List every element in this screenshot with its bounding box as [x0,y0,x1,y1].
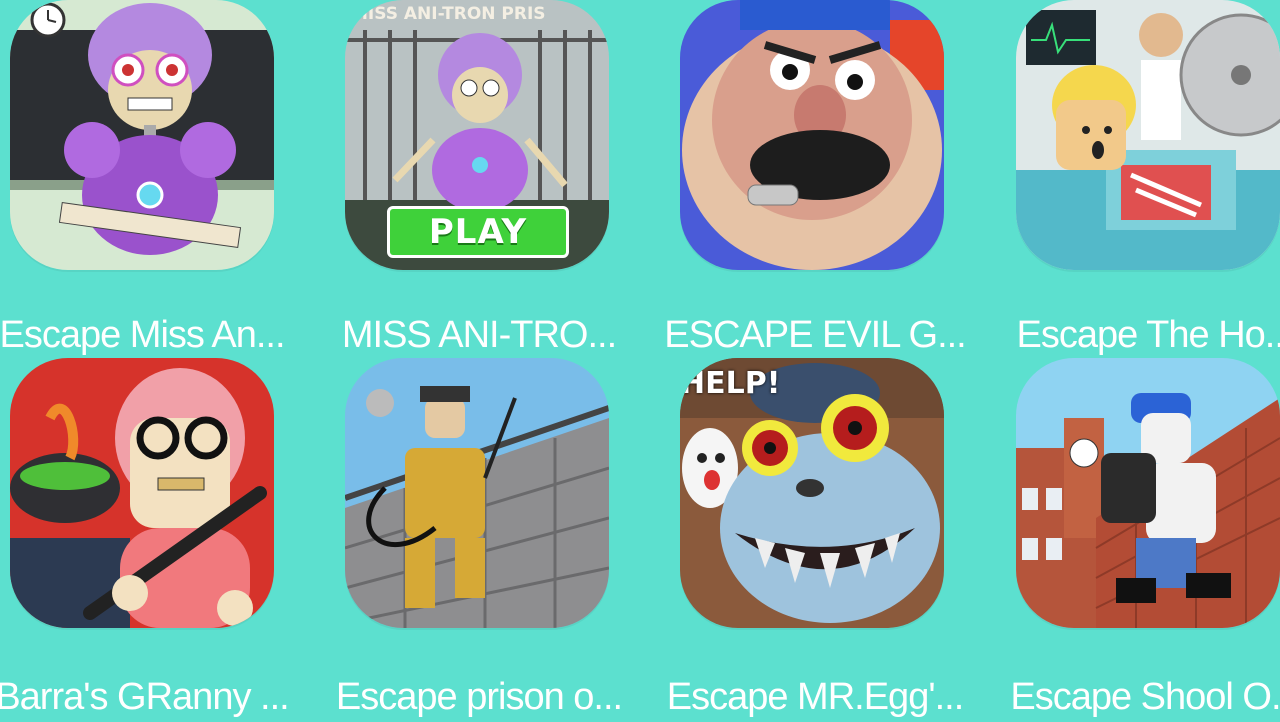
app-title[interactable]: Escape MR.Egg'... [660,672,970,722]
teacher-robot-icon [10,0,274,270]
play-button[interactable]: PLAY [387,206,569,258]
app-icon-escape-prison[interactable] [345,358,609,628]
app-icon-miss-ani-tron[interactable]: MISS ANI-TRON PRIS PLAY [345,0,609,270]
angry-coach-icon [680,0,944,270]
app-icon-escape-miss-ani[interactable] [10,0,274,270]
app-title[interactable]: ESCAPE EVIL G... [660,310,970,360]
prison-banner: MISS ANI-TRON PRIS [351,4,546,24]
help-banner: HELP! [680,366,781,401]
app-title[interactable]: Barra's GRanny ... [0,672,297,722]
app-title[interactable]: Escape Shool O... [1000,672,1280,722]
app-title[interactable]: Escape Miss An... [0,310,297,360]
app-icon-barras-granny[interactable] [10,358,274,628]
app-icon-escape-mr-egg[interactable]: HELP! [680,358,944,628]
app-title[interactable]: Escape prison o... [324,672,634,722]
school-climber-icon [1016,358,1280,628]
prison-climber-icon [345,358,609,628]
app-title[interactable]: Escape The Ho... [1000,310,1280,360]
hospital-saw-icon [1016,0,1280,270]
app-icon-escape-the-hospital[interactable] [1016,0,1280,270]
granny-bat-icon [10,358,274,628]
app-icon-escape-evil-g[interactable] [680,0,944,270]
app-title[interactable]: MISS ANI-TRO... [324,310,634,360]
app-icon-escape-school[interactable] [1016,358,1280,628]
